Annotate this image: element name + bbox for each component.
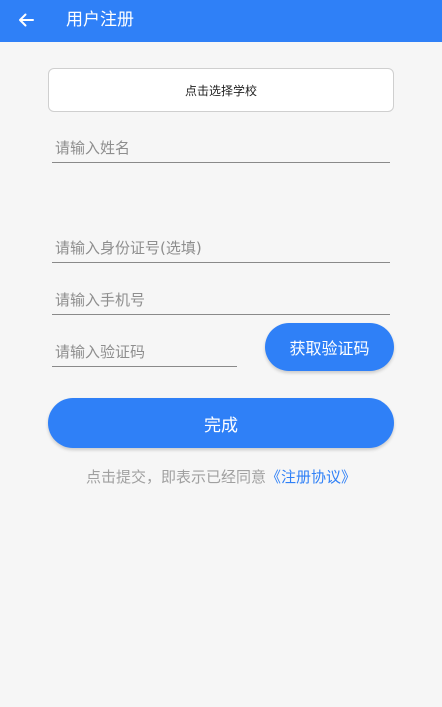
page-title: 用户注册	[66, 10, 134, 30]
name-input[interactable]	[52, 133, 390, 162]
back-button[interactable]	[14, 8, 38, 32]
verification-code-field	[52, 337, 237, 367]
id-number-field	[52, 233, 390, 263]
app-bar: 用户注册	[0, 0, 442, 42]
phone-field	[52, 285, 390, 315]
agreement-link[interactable]: 《注册协议》	[266, 468, 356, 486]
arrow-left-icon	[19, 13, 34, 27]
verification-code-input[interactable]	[52, 337, 237, 366]
submit-button[interactable]: 完成	[48, 398, 394, 448]
phone-input[interactable]	[52, 285, 390, 314]
id-number-input[interactable]	[52, 233, 390, 262]
select-school-button[interactable]: 点击选择学校	[48, 68, 394, 112]
get-code-button[interactable]: 获取验证码	[265, 323, 394, 371]
agreement-prefix: 点击提交，即表示已经同意	[85, 468, 266, 486]
agreement-notice: 点击提交，即表示已经同意《注册协议》	[0, 466, 442, 487]
name-field	[52, 133, 390, 163]
